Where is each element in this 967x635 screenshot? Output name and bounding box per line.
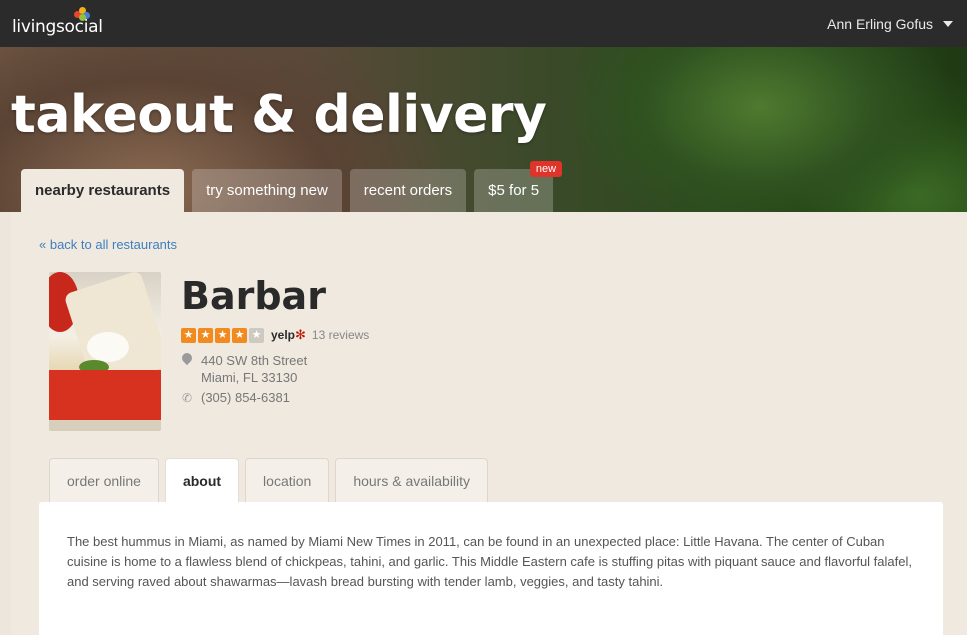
phone: ✆ (305) 854-6381 <box>182 390 290 405</box>
map-pin-icon <box>182 353 192 367</box>
tab-label: try something new <box>206 182 328 199</box>
top-bar: livingsocial Ann Erling Gofus <box>0 0 967 47</box>
tab-location[interactable]: location <box>245 458 330 502</box>
tab-recent-orders[interactable]: recent orders <box>349 169 467 212</box>
address-line1: 440 SW 8th Street <box>201 353 308 368</box>
review-count[interactable]: 13 reviews <box>312 328 369 342</box>
tab-label: hours & availability <box>353 472 471 489</box>
user-menu[interactable]: Ann Erling Gofus <box>827 16 953 32</box>
main-tabs: nearby restaurants try something new rec… <box>21 161 563 212</box>
tab-5-for-5[interactable]: $5 for 5 new <box>474 161 563 212</box>
address-line2: Miami, FL 33130 <box>201 370 298 385</box>
tab-label: order online <box>67 472 141 489</box>
back-to-all-restaurants-link[interactable]: « back to all restaurants <box>39 237 177 252</box>
tab-label: recent orders <box>363 182 453 199</box>
star-icon: ★ <box>215 327 230 343</box>
tab-nearby-restaurants[interactable]: nearby restaurants <box>21 169 185 212</box>
tab-try-something-new[interactable]: try something new <box>192 169 342 212</box>
tab-order-online[interactable]: order online <box>49 458 159 502</box>
tab-hours-availability[interactable]: hours & availability <box>335 458 489 502</box>
tab-label: nearby restaurants <box>35 182 171 199</box>
phone-number: (305) 854-6381 <box>201 390 290 405</box>
address: 440 SW 8th Street Miami, FL 33130 <box>182 352 307 386</box>
rating: ★ ★ ★ ★ ★ yelp ✻ 13 reviews <box>181 327 369 343</box>
star-icon: ★ <box>198 327 213 343</box>
new-badge: new <box>529 161 563 177</box>
star-icon: ★ <box>232 327 247 343</box>
detail-tabs: order online about location hours & avai… <box>49 458 489 502</box>
caret-down-icon <box>943 20 953 27</box>
user-name: Ann Erling Gofus <box>827 15 933 32</box>
logo-dots-icon <box>74 6 92 21</box>
restaurant-detail: « back to all restaurants Barbar ★ ★ ★ ★… <box>11 212 967 635</box>
restaurant-photo <box>49 272 161 431</box>
phone-icon: ✆ <box>182 390 193 405</box>
tab-about[interactable]: about <box>164 458 240 502</box>
about-panel: The best hummus in Miami, as named by Mi… <box>39 502 943 635</box>
star-icon: ★ <box>181 327 196 343</box>
livingsocial-logo[interactable]: livingsocial <box>12 6 103 37</box>
page-title: takeout & delivery <box>11 85 547 145</box>
yelp-logo: yelp <box>271 328 296 342</box>
tab-label: about <box>182 472 222 489</box>
tab-label: location <box>263 472 312 489</box>
restaurant-name: Barbar <box>181 274 326 318</box>
yelp-burst-icon: ✻ <box>295 327 306 342</box>
about-description: The best hummus in Miami, as named by Mi… <box>67 534 912 589</box>
star-empty-icon: ★ <box>249 327 264 343</box>
tab-label: $5 for 5 <box>488 182 540 199</box>
